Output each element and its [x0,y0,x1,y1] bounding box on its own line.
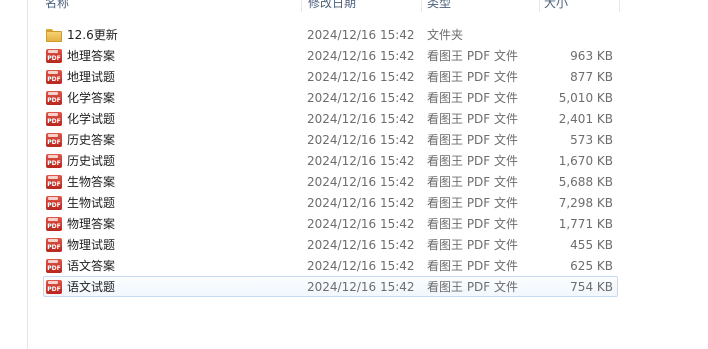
pdf-icon: PDF [46,49,62,63]
file-date: 2024/12/16 15:42 [307,154,415,168]
file-size: 573 KB [570,133,613,147]
file-name: 历史答案 [67,133,116,147]
file-row[interactable]: PDF 地理答案 2024/12/16 15:42 看图王 PDF 文件 963 KB [43,45,618,66]
file-type: 看图王 PDF 文件 [427,154,519,168]
file-date: 2024/12/16 15:42 [307,196,415,210]
file-row[interactable]: PDF 化学试题 2024/12/16 15:42 看图王 PDF 文件 2,401 K… [43,108,618,129]
file-type: 看图王 PDF 文件 [427,217,519,231]
file-name: 地理答案 [67,49,116,63]
file-size: 5,688 KB [558,175,613,189]
file-date: 2024/12/16 15:42 [307,49,415,63]
navigation-pane[interactable] [0,0,28,349]
file-name: 生物试题 [67,196,116,210]
pdf-icon: PDF [46,238,62,252]
file-type: 看图王 PDF 文件 [427,196,519,210]
file-date: 2024/12/16 15:42 [307,70,415,84]
file-date: 2024/12/16 15:42 [307,133,415,147]
column-header: 名称 修改日期 类型 大小 [28,0,708,12]
file-type: 文件夹 [427,28,464,42]
column-header-type[interactable]: 类型 [422,0,540,12]
file-name: 历史试题 [67,154,116,168]
file-name: 语文试题 [67,280,116,294]
file-row[interactable]: PDF 物理答案 2024/12/16 15:42 看图王 PDF 文件 1,771 K… [43,213,618,234]
file-type: 看图王 PDF 文件 [427,259,519,273]
file-date: 2024/12/16 15:42 [307,259,415,273]
file-size: 7,298 KB [558,196,613,210]
pdf-icon: PDF [46,70,62,84]
file-name: 物理答案 [67,217,116,231]
file-date: 2024/12/16 15:42 [307,28,415,42]
file-name: 化学答案 [67,91,116,105]
pdf-icon: PDF [46,133,62,147]
file-size: 754 KB [570,280,613,294]
file-row[interactable]: PDF 地理试题 2024/12/16 15:42 看图王 PDF 文件 877 KB [43,66,618,87]
file-name: 语文答案 [67,259,116,273]
file-type: 看图王 PDF 文件 [427,49,519,63]
pdf-icon: PDF [46,154,62,168]
pdf-icon: PDF [46,259,62,273]
file-row[interactable]: PDF 历史试题 2024/12/16 15:42 看图王 PDF 文件 1,670 K… [43,150,618,171]
file-size: 2,401 KB [558,112,613,126]
file-size: 1,771 KB [558,217,613,231]
file-row[interactable]: PDF 化学答案 2024/12/16 15:42 看图王 PDF 文件 5,010 K… [43,87,618,108]
file-type: 看图王 PDF 文件 [427,280,519,294]
file-size: 1,670 KB [558,154,613,168]
file-size: 625 KB [570,259,613,273]
file-name: 物理试题 [67,238,116,252]
pdf-icon: PDF [46,196,62,210]
column-header-size[interactable]: 大小 [540,0,620,12]
column-header-date[interactable]: 修改日期 [302,0,422,12]
file-row[interactable]: PDF 语文答案 2024/12/16 15:42 看图王 PDF 文件 625 KB [43,255,618,276]
file-row[interactable]: PDF 历史答案 2024/12/16 15:42 看图王 PDF 文件 573 KB [43,129,618,150]
pdf-icon: PDF [46,91,62,105]
folder-icon [46,28,62,42]
file-row[interactable]: PDF 物理试题 2024/12/16 15:42 看图王 PDF 文件 455 KB [43,234,618,255]
file-list: 12.6更新 2024/12/16 15:42 文件夹 PDF 地理答案 2024/12/… [43,24,618,297]
file-type: 看图王 PDF 文件 [427,70,519,84]
file-name: 化学试题 [67,112,116,126]
pdf-icon: PDF [46,175,62,189]
pdf-icon: PDF [46,112,62,126]
column-header-name[interactable]: 名称 [28,0,302,12]
file-size: 455 KB [570,238,613,252]
file-name: 生物答案 [67,175,116,189]
file-name: 地理试题 [67,70,116,84]
file-row[interactable]: PDF 生物试题 2024/12/16 15:42 看图王 PDF 文件 7,298 K… [43,192,618,213]
folder-row[interactable]: 12.6更新 2024/12/16 15:42 文件夹 [43,24,618,45]
file-type: 看图王 PDF 文件 [427,175,519,189]
file-date: 2024/12/16 15:42 [307,280,415,294]
file-type: 看图王 PDF 文件 [427,238,519,252]
file-type: 看图王 PDF 文件 [427,133,519,147]
pdf-icon: PDF [46,217,62,231]
file-size: 877 KB [570,70,613,84]
file-name: 12.6更新 [67,28,118,42]
file-size: 5,010 KB [558,91,613,105]
file-row[interactable]: PDF 生物答案 2024/12/16 15:42 看图王 PDF 文件 5,688 K… [43,171,618,192]
pdf-icon: PDF [46,280,62,294]
file-date: 2024/12/16 15:42 [307,112,415,126]
file-type: 看图王 PDF 文件 [427,91,519,105]
file-row[interactable]: PDF 语文试题 2024/12/16 15:42 看图王 PDF 文件 754 KB [43,276,618,297]
file-date: 2024/12/16 15:42 [307,91,415,105]
file-date: 2024/12/16 15:42 [307,217,415,231]
file-size: 963 KB [570,49,613,63]
file-date: 2024/12/16 15:42 [307,175,415,189]
file-type: 看图王 PDF 文件 [427,112,519,126]
file-date: 2024/12/16 15:42 [307,238,415,252]
